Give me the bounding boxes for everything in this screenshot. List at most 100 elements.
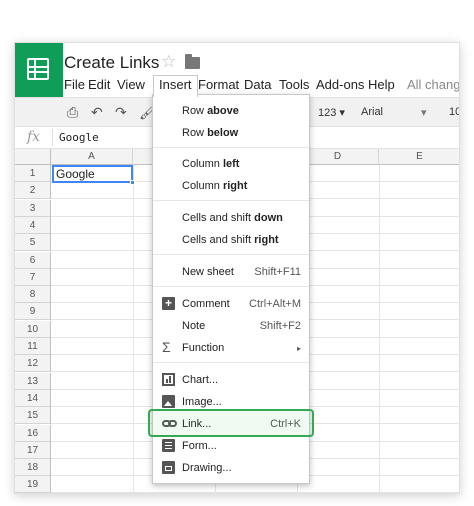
row-header[interactable]: 14 bbox=[15, 389, 51, 407]
row-header[interactable]: 10 bbox=[15, 320, 51, 338]
row-header[interactable]: 13 bbox=[15, 372, 51, 390]
menu-separator bbox=[153, 254, 309, 255]
row-below-label: Row bbox=[182, 127, 208, 139]
column-header-e[interactable]: E bbox=[379, 149, 459, 165]
row-header[interactable]: 7 bbox=[15, 268, 51, 286]
link-ring bbox=[168, 420, 177, 427]
row-header[interactable]: 12 bbox=[15, 355, 51, 373]
undo-icon[interactable]: ↶ bbox=[91, 104, 103, 121]
select-all-corner[interactable] bbox=[15, 149, 51, 165]
column-left-label: Column bbox=[182, 158, 223, 170]
chart-bar bbox=[166, 379, 168, 383]
active-cell-a1[interactable]: Google bbox=[52, 165, 133, 183]
new-sheet-shortcut: Shift+F11 bbox=[254, 266, 301, 278]
row-above-label: Row bbox=[182, 105, 208, 117]
mountain-glyph bbox=[164, 401, 172, 406]
menu-separator bbox=[153, 286, 309, 287]
row-header[interactable]: 3 bbox=[15, 199, 51, 217]
row-header[interactable]: 15 bbox=[15, 407, 51, 425]
form-lines bbox=[165, 442, 172, 443]
note-shortcut: Shift+F2 bbox=[259, 320, 301, 332]
font-label: Arial bbox=[361, 106, 384, 118]
link-shortcut: Ctrl+K bbox=[270, 418, 301, 430]
drawing-shape bbox=[165, 466, 172, 471]
print-icon[interactable]: ⎙ bbox=[67, 104, 78, 121]
row-header[interactable]: 2 bbox=[15, 182, 51, 200]
save-status[interactable]: All changes bbox=[407, 77, 459, 92]
row-header[interactable]: 5 bbox=[15, 234, 51, 252]
document-title[interactable]: Create Links bbox=[64, 53, 159, 73]
link-icon bbox=[162, 417, 178, 430]
menu-separator bbox=[153, 362, 309, 363]
menu-item-note[interactable]: Note Shift+F2 bbox=[153, 315, 309, 337]
row-header[interactable]: 4 bbox=[15, 216, 51, 234]
row-header[interactable]: 6 bbox=[15, 251, 51, 269]
redo-icon[interactable]: ↷ bbox=[115, 104, 127, 121]
menu-item-new-sheet[interactable]: New sheet Shift+F11 bbox=[153, 261, 309, 283]
form-icon bbox=[162, 439, 175, 452]
menu-format[interactable]: Format bbox=[198, 77, 239, 92]
shift-down-bold: down bbox=[254, 212, 283, 224]
chart-label: Chart... bbox=[182, 374, 219, 386]
drawing-label: Drawing... bbox=[182, 462, 232, 474]
new-sheet-label: New sheet bbox=[182, 266, 234, 278]
menu-insert[interactable]: Insert bbox=[153, 75, 198, 97]
row-header[interactable]: 11 bbox=[15, 338, 51, 355]
row-header[interactable]: 17 bbox=[15, 441, 51, 459]
menu-addons[interactable]: Add-ons bbox=[316, 77, 364, 92]
form-label: Form... bbox=[182, 440, 217, 452]
fill-handle[interactable] bbox=[130, 180, 135, 185]
menu-item-link[interactable]: Link... Ctrl+K bbox=[153, 413, 309, 435]
image-icon bbox=[162, 395, 175, 408]
image-label: Image... bbox=[182, 396, 222, 408]
column-left-bold: left bbox=[222, 158, 240, 170]
menu-edit[interactable]: Edit bbox=[88, 77, 110, 92]
font-dropdown-arrow[interactable]: ▾ bbox=[421, 106, 427, 119]
number-format-dropdown[interactable]: 123 ▾ bbox=[318, 106, 345, 119]
folder-icon[interactable] bbox=[185, 54, 200, 69]
function-label: Function bbox=[182, 342, 225, 354]
comment-icon: + bbox=[162, 296, 175, 310]
row-below-bold: below bbox=[207, 127, 239, 139]
menu-tools[interactable]: Tools bbox=[279, 77, 309, 92]
fx-icon: fx bbox=[27, 129, 41, 145]
font-size-dropdown[interactable]: 10 bbox=[449, 106, 459, 118]
column-right-bold: right bbox=[222, 180, 248, 192]
menu-item-row-above[interactable]: Row above bbox=[153, 100, 309, 122]
menu-item-comment[interactable]: + Comment Ctrl+Alt+M bbox=[153, 293, 309, 315]
link-label: Link... bbox=[182, 418, 212, 430]
menu-item-shift-right[interactable]: Cells and shift right bbox=[153, 229, 309, 251]
shift-right-bold: right bbox=[254, 234, 279, 246]
sheets-logo[interactable] bbox=[15, 43, 63, 97]
formula-input[interactable]: Google bbox=[59, 131, 99, 144]
menu-item-column-right[interactable]: Column right bbox=[153, 175, 309, 197]
menu-item-chart[interactable]: Chart... bbox=[153, 369, 309, 391]
insert-menu: Row above Row below Column left Column r… bbox=[152, 94, 310, 484]
menu-item-form[interactable]: Form... bbox=[153, 435, 309, 457]
menu-data[interactable]: Data bbox=[244, 77, 271, 92]
menu-item-drawing[interactable]: Drawing... bbox=[153, 457, 309, 479]
menu-item-row-below[interactable]: Row below bbox=[153, 122, 309, 144]
font-dropdown[interactable]: Arial bbox=[361, 106, 383, 118]
menu-view[interactable]: View bbox=[117, 77, 145, 92]
column-header-a[interactable]: A bbox=[51, 149, 133, 165]
row-header[interactable]: 8 bbox=[15, 286, 51, 304]
menu-item-shift-down[interactable]: Cells and shift down bbox=[153, 207, 309, 229]
drawing-icon bbox=[162, 461, 175, 474]
row-header[interactable]: 9 bbox=[15, 303, 51, 321]
row-header[interactable]: 19 bbox=[15, 476, 51, 493]
menu-file[interactable]: File bbox=[64, 77, 85, 92]
row-above-bold: above bbox=[207, 105, 239, 117]
menu-item-column-left[interactable]: Column left bbox=[153, 153, 309, 175]
formula-divider bbox=[52, 129, 53, 146]
menu-item-image[interactable]: Image... bbox=[153, 391, 309, 413]
row-header[interactable]: 18 bbox=[15, 459, 51, 477]
sheets-icon bbox=[27, 58, 49, 80]
menu-item-function[interactable]: Σ Function ▸ bbox=[153, 337, 309, 359]
row-header[interactable]: 16 bbox=[15, 424, 51, 442]
menu-separator bbox=[153, 200, 309, 201]
row-header[interactable]: 1 bbox=[15, 165, 51, 182]
star-icon[interactable]: ☆ bbox=[161, 52, 176, 72]
menu-help[interactable]: Help bbox=[368, 77, 395, 92]
chart-icon bbox=[162, 373, 175, 386]
